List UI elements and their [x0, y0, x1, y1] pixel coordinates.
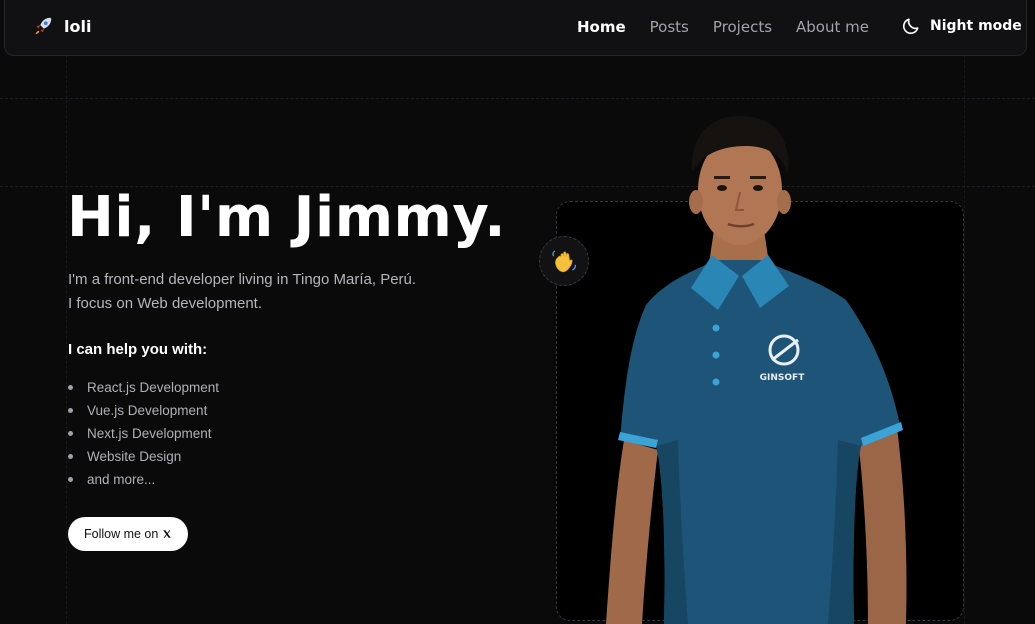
grid-line	[964, 0, 965, 624]
skill-label: React.js Development	[87, 380, 220, 395]
list-item: and more...	[68, 468, 219, 491]
bullet-dot	[68, 385, 73, 390]
page: loli Home Posts Projects About me Night …	[0, 0, 1035, 624]
skills-list: React.js Development Vue.js Development …	[68, 376, 219, 491]
nav-projects[interactable]: Projects	[713, 18, 772, 36]
brand-logo[interactable]: loli	[32, 15, 91, 37]
skill-label: Vue.js Development	[87, 403, 208, 418]
nav-home[interactable]: Home	[577, 18, 626, 36]
navbar: loli Home Posts Projects About me Night …	[4, 0, 1027, 56]
night-mode-label: Night mode	[930, 18, 1022, 34]
skill-label: Next.js Development	[87, 426, 212, 441]
wave-badge	[539, 236, 589, 286]
list-item: Vue.js Development	[68, 399, 219, 422]
bullet-dot	[68, 454, 73, 459]
main-nav: Home Posts Projects About me	[577, 18, 869, 36]
moon-icon	[902, 18, 919, 35]
brand-name: loli	[64, 16, 92, 36]
hero-description-line-1: I'm a front-end developer living in Ting…	[68, 271, 417, 288]
list-item: Website Design	[68, 445, 219, 468]
hero-title: Hi, I'm Jimmy.	[67, 185, 507, 250]
hero-description-line-2: I focus on Web development.	[68, 295, 263, 312]
nav-about-me[interactable]: About me	[796, 18, 869, 36]
help-heading: I can help you with:	[68, 341, 208, 358]
grid-line	[66, 0, 67, 624]
nav-posts[interactable]: Posts	[650, 18, 689, 36]
follow-button-label: Follow me on	[84, 527, 159, 541]
skill-label: Website Design	[87, 449, 182, 464]
night-mode-toggle[interactable]: Night mode	[901, 16, 1022, 36]
x-logo-icon	[163, 530, 172, 538]
bullet-dot	[68, 408, 73, 413]
profile-photo: GINSOFT	[606, 115, 907, 624]
waving-hand-icon	[552, 250, 577, 273]
rocket-icon	[35, 17, 52, 35]
follow-on-x-button[interactable]: Follow me on	[68, 517, 189, 551]
bullet-dot	[68, 431, 73, 436]
list-item: Next.js Development	[68, 422, 219, 445]
skill-label: and more...	[87, 472, 156, 487]
bullet-dot	[68, 477, 73, 482]
hero-description: I'm a front-end developer living in Ting…	[68, 268, 416, 316]
list-item: React.js Development	[68, 376, 219, 399]
grid-line	[0, 98, 1035, 99]
shirt-logo-text: GINSOFT	[760, 373, 806, 383]
